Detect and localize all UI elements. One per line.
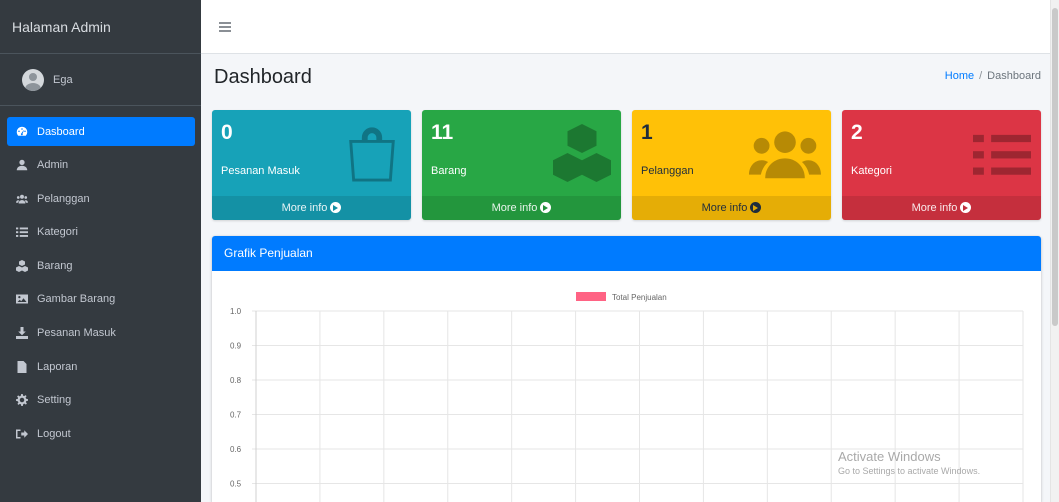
download-icon bbox=[15, 327, 29, 340]
arrow-circle-right-icon bbox=[330, 202, 342, 213]
more-info-link[interactable]: More info bbox=[212, 196, 411, 220]
y-tick-label: 0.8 bbox=[230, 376, 242, 385]
sidebar-item-label: Setting bbox=[37, 394, 72, 407]
sidebar-nav: Dasboard Admin Pelanggan Kategori Barang… bbox=[0, 106, 201, 448]
users-icon bbox=[15, 193, 29, 205]
sidebar-item-label: Kategori bbox=[37, 226, 78, 239]
cog-icon bbox=[15, 394, 29, 407]
user-name: Ega bbox=[53, 73, 73, 86]
breadcrumb: Home / Dashboard bbox=[945, 70, 1041, 82]
more-info-link[interactable]: More info bbox=[422, 196, 621, 220]
watermark-title: Activate Windows bbox=[838, 449, 941, 464]
sidebar-item-label: Pelanggan bbox=[37, 192, 90, 205]
shopping-bag-icon bbox=[343, 124, 401, 182]
user-panel[interactable]: Ega bbox=[0, 54, 201, 106]
sidebar-item-setting[interactable]: Setting bbox=[7, 386, 195, 415]
watermark-subtitle: Go to Settings to activate Windows. bbox=[838, 466, 981, 476]
list-icon bbox=[973, 124, 1031, 182]
sidebar-item-label: Logout bbox=[37, 427, 71, 440]
legend-label: Total Penjualan bbox=[612, 293, 667, 302]
sidebar-item-barang[interactable]: Barang bbox=[7, 251, 195, 280]
stat-box-pelanggan: 1 Pelanggan More info bbox=[632, 110, 831, 220]
breadcrumb-home-link[interactable]: Home bbox=[945, 70, 974, 82]
sidebar-item-pesanan-masuk[interactable]: Pesanan Masuk bbox=[7, 319, 195, 348]
y-tick-label: 0.9 bbox=[230, 342, 242, 351]
sidebar-item-label: Laporan bbox=[37, 360, 78, 373]
more-info-label: More info bbox=[281, 202, 328, 214]
arrow-circle-right-icon bbox=[750, 202, 762, 213]
stat-box-pesanan-masuk: 0 Pesanan Masuk More info bbox=[212, 110, 411, 220]
hamburger-menu-icon[interactable] bbox=[219, 22, 231, 32]
breadcrumb-current: Dashboard bbox=[987, 70, 1041, 82]
sidebar-item-label: Admin bbox=[37, 159, 69, 172]
stat-label: Pelanggan bbox=[641, 165, 694, 177]
image-icon bbox=[15, 293, 29, 305]
sidebar-item-label: Pesanan Masuk bbox=[37, 327, 116, 340]
stat-box-kategori: 2 Kategori More info bbox=[842, 110, 1041, 220]
stat-label: Barang bbox=[431, 165, 467, 177]
page-scrollbar[interactable] bbox=[1050, 0, 1059, 502]
y-tick-label: 0.7 bbox=[230, 411, 242, 420]
sidebar-item-dasboard[interactable]: Dasboard bbox=[7, 117, 195, 146]
arrow-circle-right-icon bbox=[960, 202, 972, 213]
more-info-label: More info bbox=[491, 202, 538, 214]
card-title: Grafik Penjualan bbox=[212, 236, 1041, 271]
cubes-icon bbox=[15, 259, 29, 272]
scrollbar-thumb[interactable] bbox=[1052, 8, 1058, 326]
stat-label: Pesanan Masuk bbox=[221, 165, 300, 177]
activate-windows-watermark: Activate Windows Go to Settings to activ… bbox=[838, 449, 980, 476]
sidebar-item-logout[interactable]: Logout bbox=[7, 419, 195, 448]
sidebar-item-gambar-barang[interactable]: Gambar Barang bbox=[7, 285, 195, 314]
sidebar-item-kategori[interactable]: Kategori bbox=[7, 218, 195, 247]
sign-out-icon bbox=[15, 428, 29, 440]
stat-box-barang: 11 Barang More info bbox=[422, 110, 621, 220]
top-navbar bbox=[201, 0, 1050, 54]
stat-value: 0 bbox=[221, 121, 233, 144]
brand-link[interactable]: Halaman Admin bbox=[0, 0, 201, 54]
stat-value: 2 bbox=[851, 121, 863, 144]
tachometer-icon bbox=[15, 126, 29, 138]
more-info-link[interactable]: More info bbox=[632, 196, 831, 220]
users-icon bbox=[749, 124, 821, 182]
sidebar-item-laporan[interactable]: Laporan bbox=[7, 352, 195, 381]
more-info-label: More info bbox=[911, 202, 958, 214]
sidebar-item-admin[interactable]: Admin bbox=[7, 151, 195, 180]
page-title: Dashboard bbox=[214, 66, 312, 88]
legend-swatch bbox=[576, 292, 606, 301]
stat-value: 1 bbox=[641, 121, 653, 144]
sidebar-item-label: Gambar Barang bbox=[37, 293, 116, 306]
file-icon bbox=[15, 360, 29, 373]
breadcrumb-separator: / bbox=[979, 70, 983, 82]
stat-value: 11 bbox=[431, 121, 454, 144]
sidebar-item-label: Barang bbox=[37, 259, 73, 272]
more-info-label: More info bbox=[701, 202, 748, 214]
more-info-link[interactable]: More info bbox=[842, 196, 1041, 220]
sidebar-item-label: Dasboard bbox=[37, 125, 85, 138]
stat-label: Kategori bbox=[851, 165, 892, 177]
arrow-circle-right-icon bbox=[540, 202, 552, 213]
y-tick-label: 0.6 bbox=[230, 445, 242, 454]
user-avatar-icon bbox=[22, 68, 44, 91]
brand-text: Halaman Admin bbox=[12, 18, 111, 35]
list-icon bbox=[15, 226, 29, 238]
y-tick-label: 1.0 bbox=[230, 307, 242, 316]
cubes-icon bbox=[553, 124, 611, 182]
sidebar: Halaman Admin Ega Dasboard Admin Pelangg… bbox=[0, 0, 201, 502]
user-icon bbox=[15, 159, 29, 171]
y-tick-label: 0.5 bbox=[230, 480, 242, 489]
sidebar-item-pelanggan[interactable]: Pelanggan bbox=[7, 184, 195, 213]
